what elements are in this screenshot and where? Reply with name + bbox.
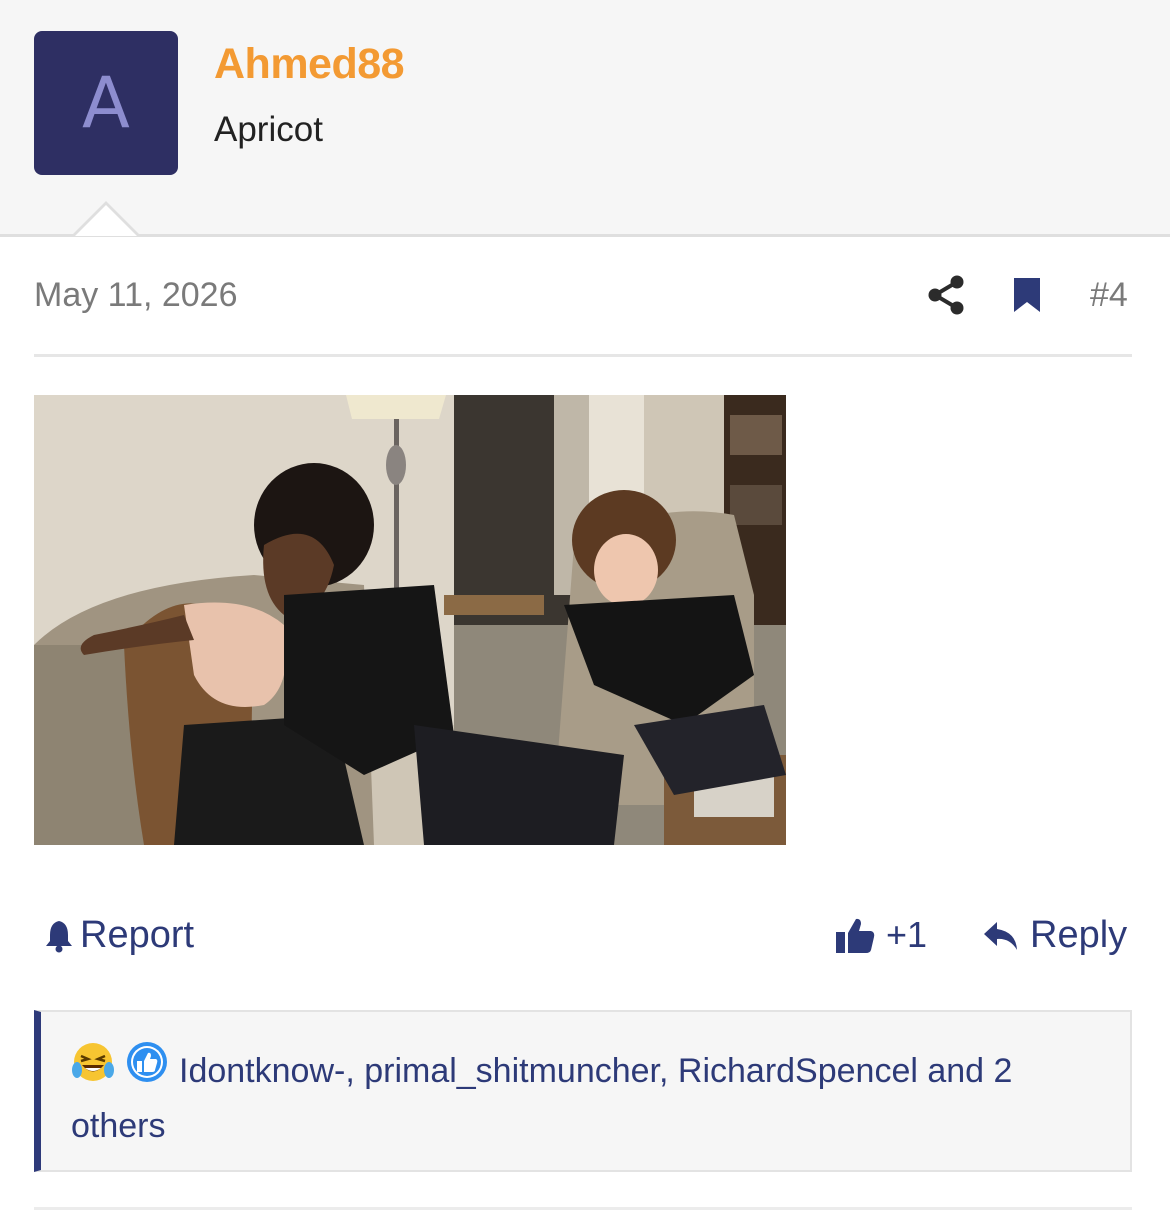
author-title: Apricot bbox=[214, 110, 323, 149]
author-username[interactable]: Ahmed88 bbox=[214, 40, 405, 89]
bell-icon bbox=[46, 920, 72, 952]
report-label: Report bbox=[80, 914, 195, 956]
divider bbox=[34, 354, 1132, 357]
like-count: +1 bbox=[886, 914, 928, 955]
report-button[interactable]: Report bbox=[44, 914, 194, 957]
post-date[interactable]: May 11, 2026 bbox=[34, 276, 238, 315]
post-image[interactable] bbox=[34, 395, 786, 845]
reactions-bar[interactable]: Idontknow-, primal_shitmuncher, RichardS… bbox=[34, 1010, 1132, 1172]
avatar[interactable]: A bbox=[34, 31, 178, 175]
bookmark-icon[interactable] bbox=[1011, 276, 1043, 314]
reaction-users[interactable]: Idontknow-, primal_shitmuncher, RichardS… bbox=[71, 1052, 1012, 1145]
like-button[interactable]: +1 bbox=[834, 914, 927, 956]
divider bbox=[34, 1207, 1132, 1210]
thumbs-up-icon bbox=[836, 918, 875, 953]
thumbs-up-emoji-icon bbox=[125, 1040, 169, 1098]
reply-label: Reply bbox=[1030, 914, 1128, 956]
post-author-header: A Ahmed88 Apricot bbox=[0, 0, 1170, 237]
reply-button[interactable]: Reply bbox=[982, 914, 1127, 957]
laughing-crying-emoji-icon bbox=[71, 1040, 115, 1098]
post-number[interactable]: #4 bbox=[1090, 276, 1128, 315]
photo-illustration bbox=[34, 395, 786, 845]
reply-arrow-icon bbox=[984, 921, 1017, 950]
share-icon[interactable] bbox=[926, 274, 966, 316]
reactions-summary[interactable]: Idontknow-, primal_shitmuncher, RichardS… bbox=[71, 1042, 1111, 1151]
avatar-initial: A bbox=[82, 62, 130, 144]
